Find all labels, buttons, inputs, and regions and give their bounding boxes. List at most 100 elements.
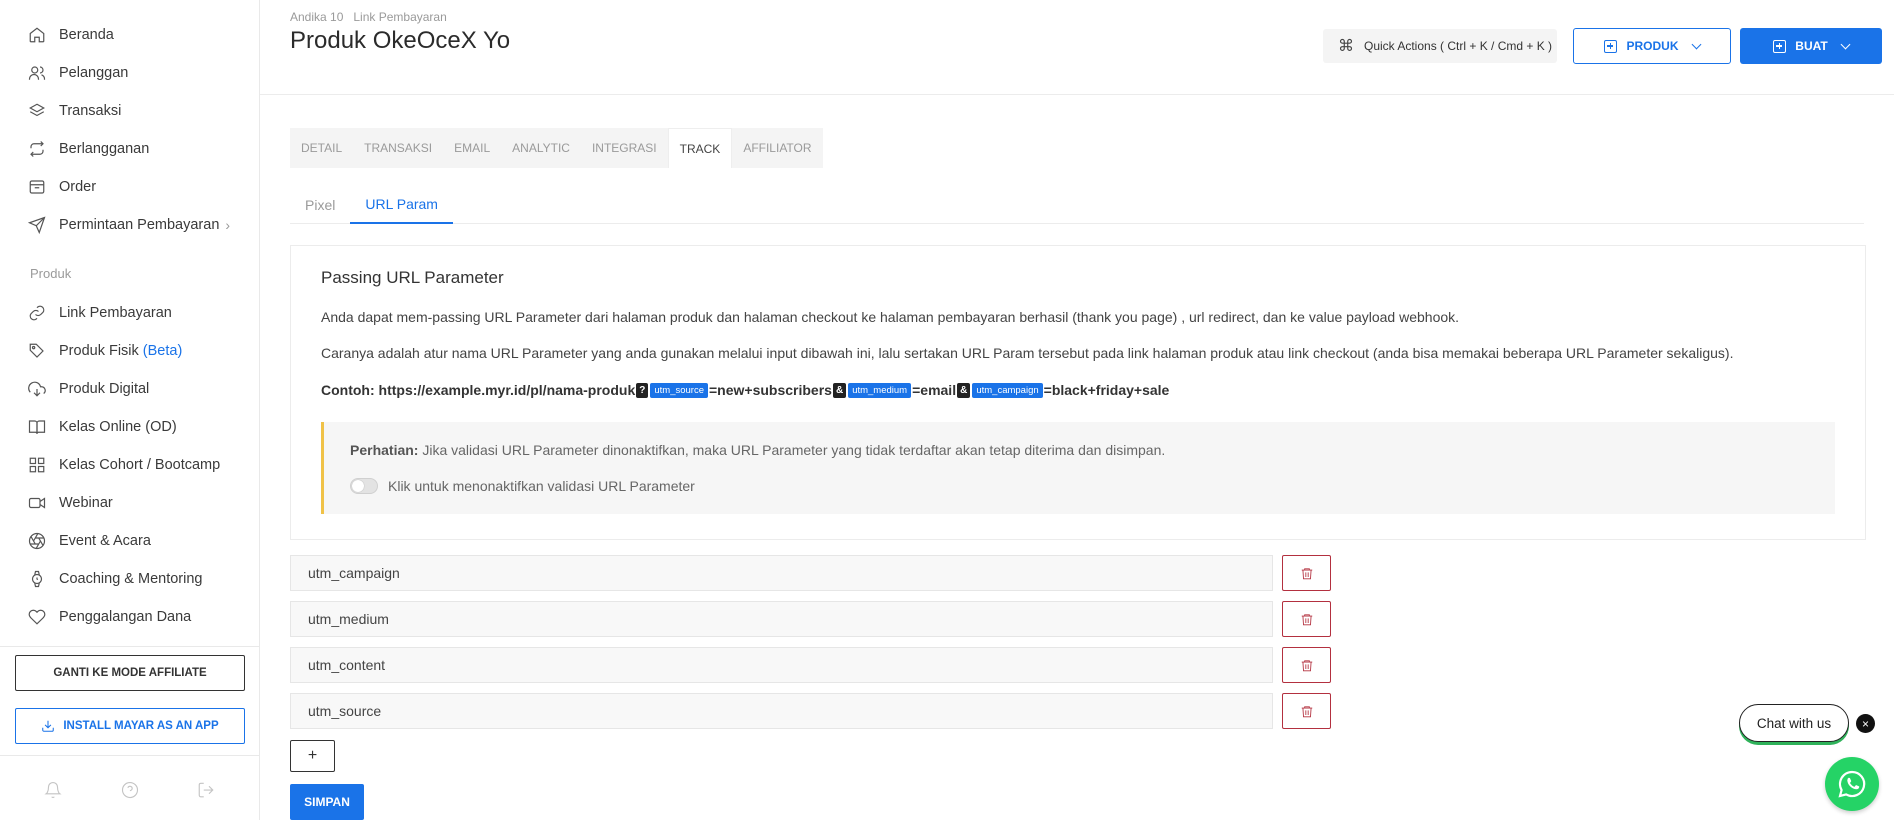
chat-with-us-button[interactable]: Chat with us bbox=[1739, 704, 1849, 742]
sidebar-item-kelas-online[interactable]: Kelas Online (OD) bbox=[28, 415, 177, 439]
sidebar-item-label: Webinar bbox=[59, 495, 113, 511]
tab-integrasi[interactable]: INTEGRASI bbox=[581, 128, 668, 168]
sidebar-item-kelas-cohort[interactable]: Kelas Cohort / Bootcamp bbox=[28, 453, 220, 477]
logout-icon[interactable] bbox=[197, 781, 215, 799]
save-button[interactable]: SIMPAN bbox=[290, 784, 364, 820]
tab-track[interactable]: TRACK bbox=[667, 128, 733, 168]
query-mark-tag: ? bbox=[636, 382, 649, 398]
buat-dropdown-button[interactable]: BUAT bbox=[1740, 28, 1882, 64]
tab-analytic[interactable]: ANALYTIC bbox=[501, 128, 581, 168]
sidebar-item-produk-fisik[interactable]: Produk Fisik (Beta) bbox=[28, 339, 182, 363]
track-subtabs: Pixel URL Param bbox=[290, 186, 1864, 224]
sidebar-item-order[interactable]: Order bbox=[28, 175, 96, 199]
sidebar-item-berlangganan[interactable]: Berlangganan bbox=[28, 137, 149, 161]
notice-body: Jika validasi URL Parameter dinonaktifka… bbox=[418, 442, 1166, 458]
param-key-tag: utm_source bbox=[650, 382, 708, 398]
param-input[interactable] bbox=[290, 555, 1273, 591]
sidebar-item-label: Beranda bbox=[59, 27, 114, 43]
breadcrumb: Andika 10 Link Pembayaran bbox=[290, 10, 447, 24]
sidebar-item-label: Permintaan Pembayaran bbox=[59, 217, 220, 233]
sidebar-item-produk-digital[interactable]: Produk Digital bbox=[28, 377, 149, 401]
produk-button-label: PRODUK bbox=[1626, 39, 1679, 53]
sidebar-item-penggalangan-dana[interactable]: Penggalangan Dana bbox=[28, 605, 191, 629]
sidebar-item-link-pembayaran[interactable]: Link Pembayaran bbox=[28, 301, 172, 325]
trash-icon bbox=[1301, 567, 1312, 579]
sidebar-item-transaksi[interactable]: Transaksi bbox=[28, 99, 121, 123]
tab-transaksi[interactable]: TRANSAKSI bbox=[353, 128, 443, 168]
notice-label: Perhatian: bbox=[350, 442, 419, 458]
link-icon bbox=[29, 305, 45, 321]
breadcrumb-item[interactable]: Andika 10 bbox=[290, 10, 343, 24]
sidebar-item-label: Link Pembayaran bbox=[59, 305, 172, 321]
affiliate-mode-button[interactable]: GANTI KE MODE AFFILIATE bbox=[15, 655, 245, 691]
plus-square-icon bbox=[1773, 39, 1787, 53]
grid-icon bbox=[29, 457, 45, 473]
sidebar-item-permintaan-pembayaran[interactable]: Permintaan Pembayaran › bbox=[28, 213, 230, 237]
video-icon bbox=[28, 497, 46, 509]
quick-actions-button[interactable]: ⌘ Quick Actions ( Ctrl + K / Cmd + K ) bbox=[1323, 29, 1557, 63]
instruction-text: Caranya adalah atur nama URL Parameter y… bbox=[321, 345, 1734, 361]
bell-icon[interactable] bbox=[44, 781, 62, 799]
param-key-tag: utm_medium bbox=[848, 382, 912, 398]
tab-detail[interactable]: DETAIL bbox=[290, 128, 353, 168]
delete-param-button[interactable] bbox=[1282, 555, 1331, 591]
users-icon bbox=[28, 66, 46, 80]
trash-icon bbox=[1301, 659, 1312, 671]
delete-param-button[interactable] bbox=[1282, 647, 1331, 683]
warning-notice: Perhatian: Jika validasi URL Parameter d… bbox=[321, 422, 1835, 514]
heart-icon bbox=[28, 609, 46, 625]
chevron-down-icon bbox=[1840, 39, 1851, 49]
notice-text: Perhatian: Jika validasi URL Parameter d… bbox=[350, 442, 1165, 458]
sidebar-item-pelanggan[interactable]: Pelanggan bbox=[28, 61, 128, 85]
produk-dropdown-button[interactable]: PRODUK bbox=[1573, 28, 1731, 64]
sidebar-item-label: Produk Digital bbox=[59, 381, 150, 397]
beta-badge: (Beta) bbox=[142, 343, 183, 359]
install-app-label: INSTALL MAYAR AS AN APP bbox=[63, 720, 219, 732]
sidebar-item-label: Pelanggan bbox=[59, 65, 129, 81]
param-input[interactable] bbox=[290, 601, 1273, 637]
chevron-down-icon bbox=[1691, 39, 1701, 49]
param-value: =email bbox=[912, 382, 957, 398]
tab-affiliator[interactable]: AFFILIATOR bbox=[732, 128, 822, 168]
sidebar-item-webinar[interactable]: Webinar bbox=[28, 491, 113, 515]
plus-square-icon bbox=[1604, 39, 1618, 53]
chevron-right-icon: › bbox=[225, 217, 231, 233]
sidebar-item-coaching[interactable]: Coaching & Mentoring bbox=[28, 567, 202, 591]
whatsapp-button[interactable] bbox=[1825, 757, 1879, 811]
param-key-tag: utm_campaign bbox=[972, 382, 1043, 398]
help-icon[interactable] bbox=[121, 781, 139, 799]
sidebar-section-label: Produk bbox=[30, 266, 72, 281]
layers-icon bbox=[29, 103, 45, 117]
sidebar-item-event-acara[interactable]: Event & Acara bbox=[28, 529, 151, 553]
tab-email[interactable]: EMAIL bbox=[443, 128, 501, 168]
sidebar-item-label: Penggalangan Dana bbox=[59, 609, 192, 625]
param-input[interactable] bbox=[290, 693, 1273, 729]
tag-icon bbox=[29, 343, 44, 358]
trash-icon bbox=[1301, 705, 1312, 717]
subtab-pixel[interactable]: Pixel bbox=[290, 186, 350, 224]
install-app-button[interactable]: INSTALL MAYAR AS AN APP bbox=[15, 708, 245, 744]
sidebar-item-label: Transaksi bbox=[59, 103, 122, 119]
delete-param-button[interactable] bbox=[1282, 601, 1331, 637]
ampersand-tag: & bbox=[957, 382, 971, 398]
repeat-icon bbox=[30, 141, 44, 157]
validation-toggle[interactable] bbox=[350, 478, 378, 494]
card-title: Passing URL Parameter bbox=[321, 268, 504, 287]
breadcrumb-item[interactable]: Link Pembayaran bbox=[353, 10, 446, 24]
validation-toggle-row[interactable]: Klik untuk menonaktifkan validasi URL Pa… bbox=[350, 478, 695, 494]
sidebar-item-label: Kelas Cohort / Bootcamp bbox=[59, 457, 221, 473]
add-param-button[interactable]: + bbox=[290, 740, 335, 772]
inbox-icon bbox=[29, 180, 45, 194]
header-divider bbox=[260, 94, 1894, 95]
sidebar-item-beranda[interactable]: Beranda bbox=[28, 23, 114, 47]
home-icon bbox=[29, 27, 45, 43]
param-input[interactable] bbox=[290, 647, 1273, 683]
close-icon[interactable]: × bbox=[1856, 714, 1875, 733]
delete-param-button[interactable] bbox=[1282, 693, 1331, 729]
send-icon bbox=[28, 216, 46, 234]
subtab-url-param[interactable]: URL Param bbox=[350, 186, 453, 224]
param-row bbox=[290, 555, 1372, 591]
buat-button-label: BUAT bbox=[1795, 39, 1828, 53]
sidebar-item-label: Coaching & Mentoring bbox=[59, 571, 203, 587]
description-text: Anda dapat mem-passing URL Parameter dar… bbox=[321, 309, 1460, 325]
